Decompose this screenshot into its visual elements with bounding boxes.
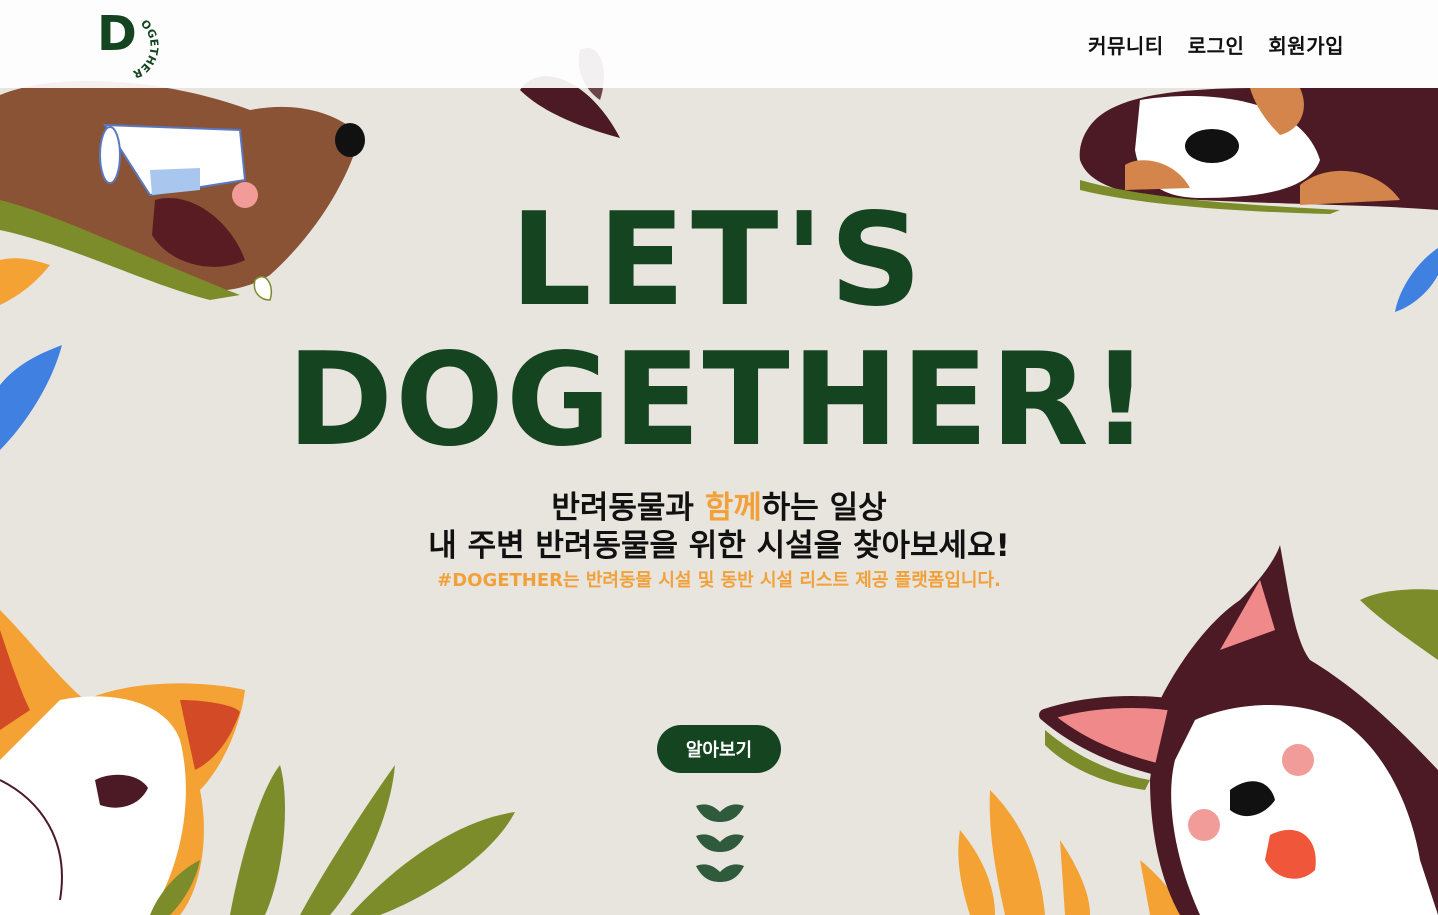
nav-signup[interactable]: 회원가입 <box>1268 30 1344 59</box>
scroll-down-chevrons-icon[interactable] <box>694 800 746 888</box>
hero-description: #DOGETHER는 반려동물 시설 및 동반 시설 리스트 제공 플랫폼입니다… <box>437 570 1001 591</box>
hero-subtitle-line2: 내 주변 반려동물을 위한 시설을 찾아보세요! <box>428 528 1010 564</box>
nav-login[interactable]: 로그인 <box>1188 30 1245 59</box>
hero-title-line1: LET'S <box>510 186 928 335</box>
logo-letter: D <box>97 6 137 62</box>
main-nav: 커뮤니티 로그인 회원가입 <box>1088 30 1344 59</box>
logo-icon[interactable]: D OGETHER <box>92 6 162 78</box>
nav-community[interactable]: 커뮤니티 <box>1088 30 1164 59</box>
hero-title-line2: DOGETHER! <box>286 326 1152 475</box>
learn-more-button[interactable]: 알아보기 <box>657 725 781 773</box>
hero-title: LET'S DOGETHER! <box>0 188 1438 468</box>
site-header: D OGETHER 커뮤니티 로그인 회원가입 <box>0 0 1438 88</box>
